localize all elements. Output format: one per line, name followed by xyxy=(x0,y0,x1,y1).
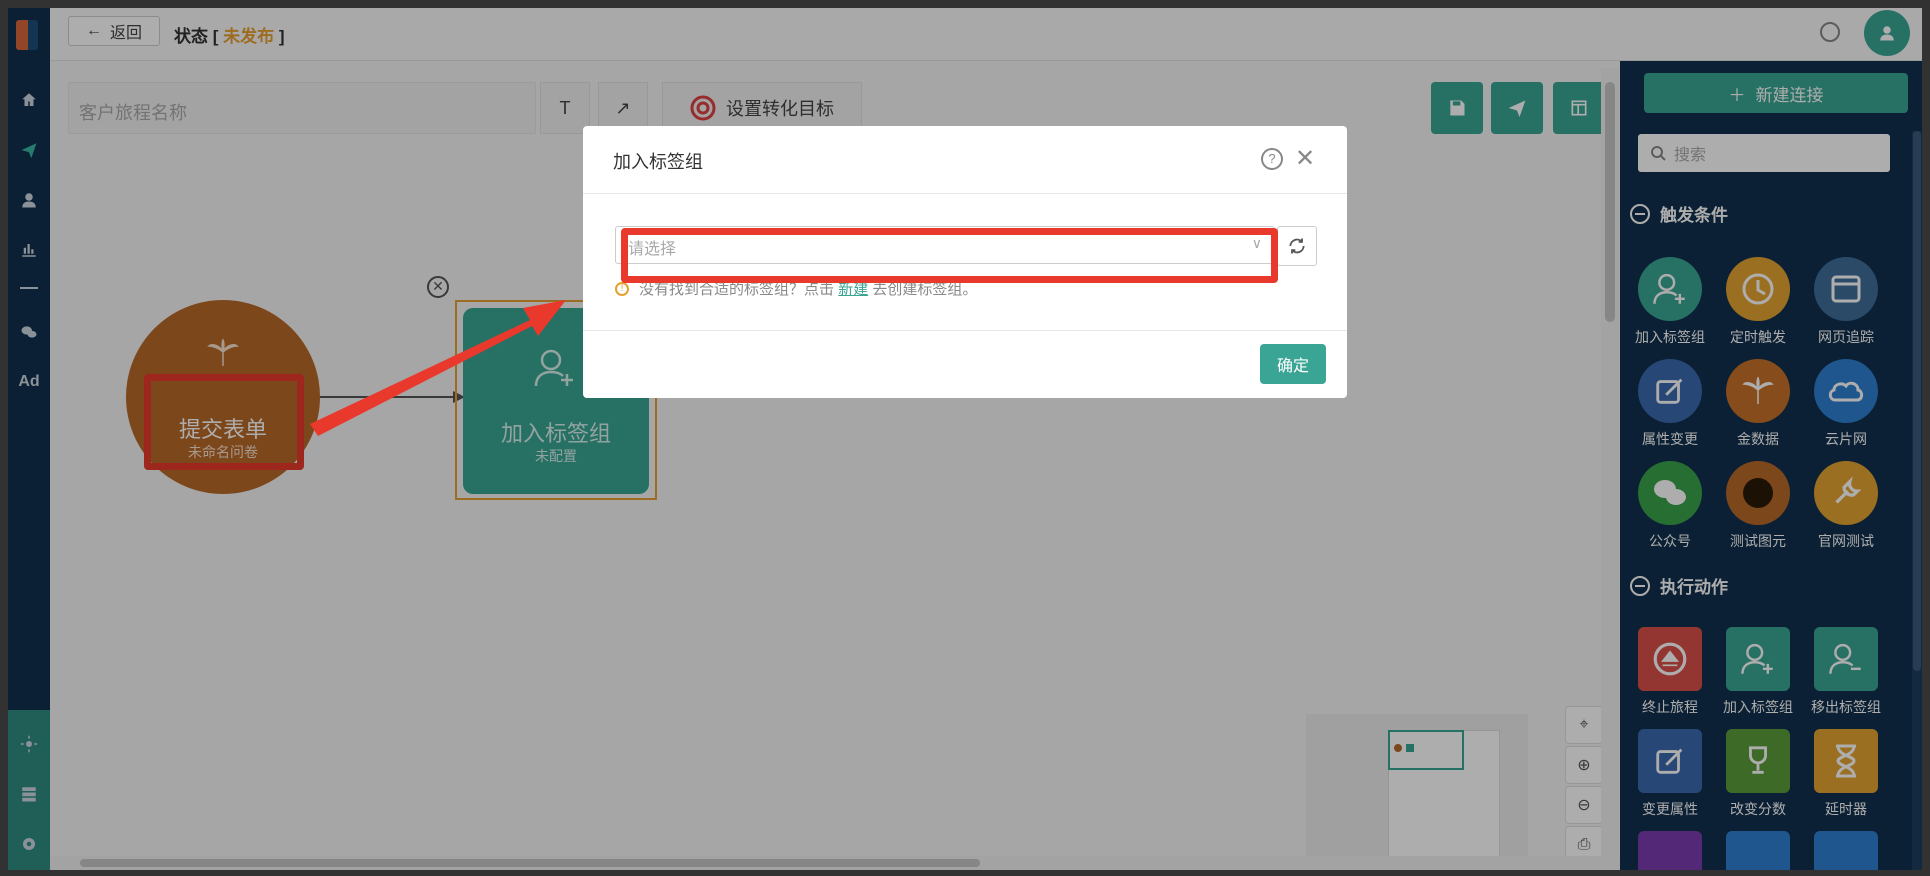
hint-prefix: 没有找到合适的标签组？点击 xyxy=(639,281,835,298)
dialog-footer-divider xyxy=(583,330,1347,331)
refresh-button[interactable] xyxy=(1277,226,1317,266)
hint-suffix: 去创建标签组。 xyxy=(872,281,978,298)
select-highlight-box xyxy=(621,228,1278,283)
help-icon[interactable]: ? xyxy=(1261,148,1283,170)
refresh-icon xyxy=(1289,238,1305,254)
confirm-button[interactable]: 确定 xyxy=(1260,344,1326,384)
create-tag-group-link[interactable]: 新建 xyxy=(838,281,868,298)
close-icon[interactable]: ✕ xyxy=(1295,144,1315,173)
dialog-header-divider xyxy=(583,193,1347,194)
warning-icon: ! xyxy=(615,281,629,296)
dialog-title: 加入标签组 xyxy=(613,152,703,172)
